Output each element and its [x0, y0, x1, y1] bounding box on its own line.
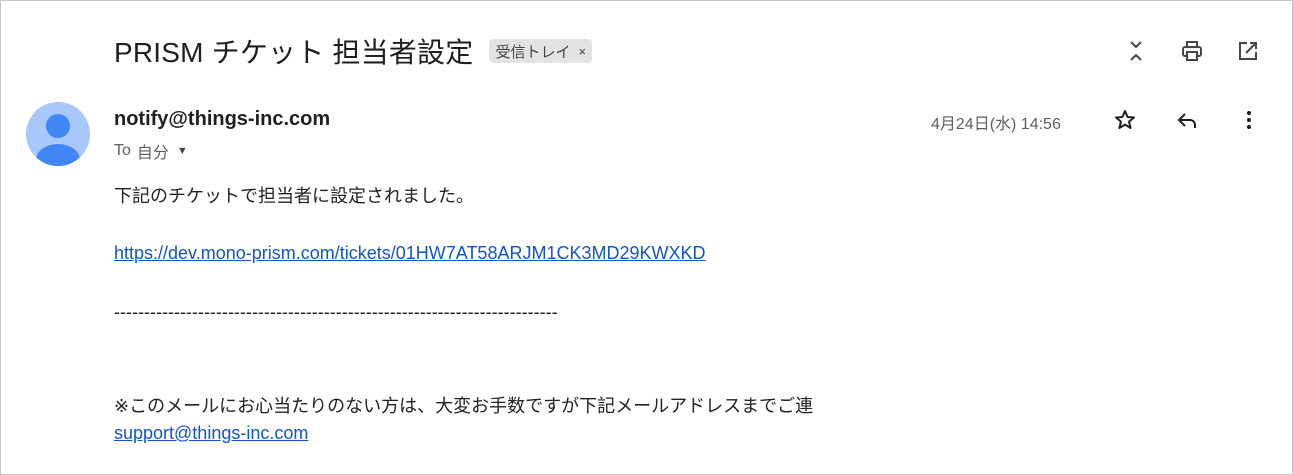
email-view: PRISM チケット 担当者設定 受信トレイ × notify@things-i…: [0, 0, 1293, 475]
print-icon[interactable]: [1178, 37, 1206, 65]
ticket-link[interactable]: https://dev.mono-prism.com/tickets/01HW7…: [114, 243, 706, 264]
sender-avatar[interactable]: [26, 102, 90, 166]
sender-email[interactable]: notify@things-inc.com: [114, 108, 330, 131]
chevron-down-icon[interactable]: ▼: [177, 145, 188, 157]
to-prefix: To: [114, 142, 131, 159]
label-remove-icon[interactable]: ×: [578, 44, 586, 59]
body-line-1: 下記のチケットで担当者に設定されました。: [114, 186, 474, 206]
recipient-line: To 自分 ▼: [114, 139, 188, 163]
top-actions: [1122, 37, 1262, 65]
reply-icon[interactable]: [1173, 106, 1201, 134]
open-in-new-window-icon[interactable]: [1234, 37, 1262, 65]
body-note: ※このメールにお心当たりのない方は、大変お手数ですが下記メールアドレスまでご連: [114, 396, 814, 416]
email-subject: PRISM チケット 担当者設定: [114, 37, 474, 68]
label-chip-inbox[interactable]: 受信トレイ ×: [489, 39, 593, 63]
label-chip-text: 受信トレイ: [495, 43, 571, 61]
star-icon[interactable]: [1111, 106, 1139, 134]
subject-row: PRISM チケット 担当者設定 受信トレイ ×: [114, 31, 593, 71]
more-vert-icon[interactable]: [1235, 106, 1263, 134]
message-actions: [1111, 106, 1263, 134]
support-email-link[interactable]: support@things-inc.com: [114, 423, 308, 444]
recipient-name: 自分: [136, 145, 169, 162]
divider-line: ----------------------------------------…: [114, 302, 558, 322]
collapse-icon[interactable]: [1122, 37, 1150, 65]
email-date: 4月24日(水) 14:56: [931, 116, 1061, 133]
